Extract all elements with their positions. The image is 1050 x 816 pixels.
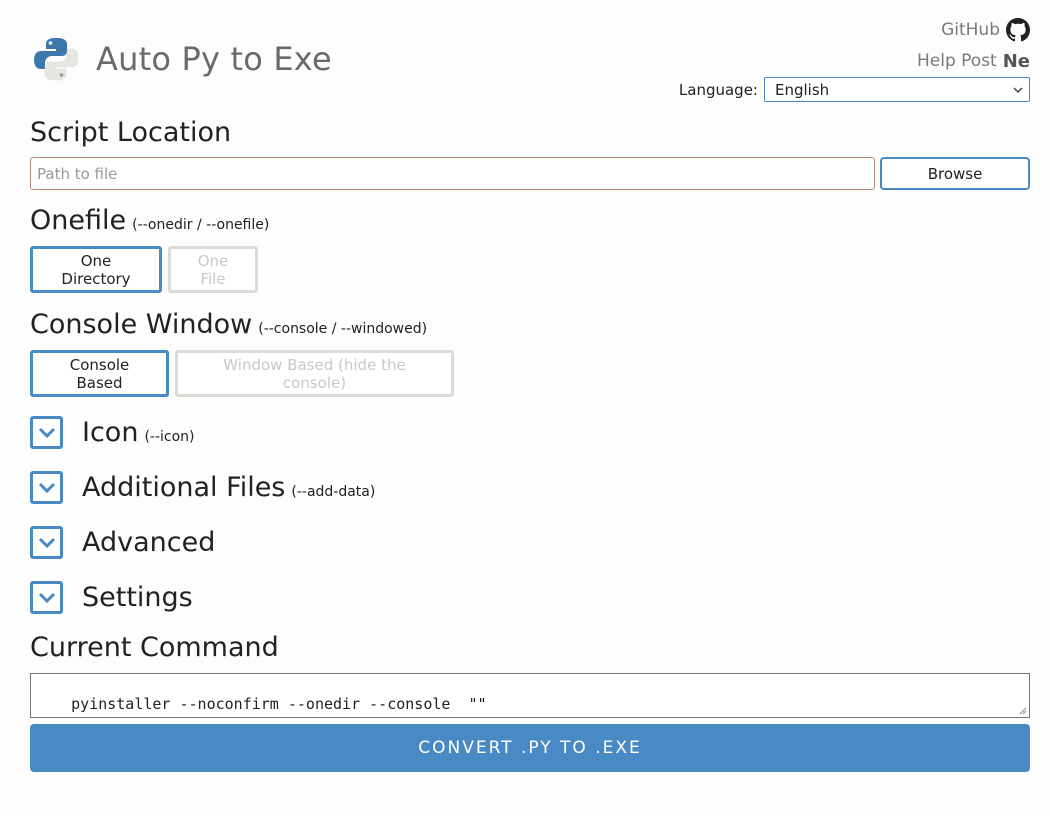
language-row: Language: English [679, 77, 1030, 102]
additional-files-section-toggle[interactable]: Additional Files (--add-data) [30, 471, 375, 504]
expand-toggle[interactable] [30, 581, 63, 614]
current-command-text: pyinstaller --noconfirm --onedir --conso… [71, 695, 487, 713]
help-post-label: Help Post [916, 51, 997, 71]
console-window-section-title: Console Window (--console / --windowed) [30, 309, 427, 340]
app-page: Auto Py to Exe GitHub Help Post Ne Langu… [30, 0, 1030, 816]
additional-files-section-title: Additional Files [82, 472, 286, 503]
icon-section-flag: (--icon) [144, 428, 195, 445]
expand-toggle[interactable] [30, 471, 63, 504]
console-based-button[interactable]: Console Based [30, 350, 169, 397]
convert-button[interactable]: CONVERT .PY TO .EXE [30, 724, 1030, 772]
advanced-section-toggle[interactable]: Advanced [30, 526, 215, 559]
current-command-textarea[interactable]: pyinstaller --noconfirm --onedir --conso… [30, 673, 1030, 718]
onefile-section-title: Onefile (--onedir / --onefile) [30, 205, 269, 236]
resize-grip-icon[interactable] [1017, 705, 1027, 715]
ne-icon: Ne [1002, 50, 1030, 72]
language-selected-value: English [775, 80, 830, 99]
expand-toggle[interactable] [30, 526, 63, 559]
header-links: GitHub Help Post Ne [917, 16, 1030, 75]
chevron-down-icon [38, 537, 55, 548]
settings-section-toggle[interactable]: Settings [30, 581, 193, 614]
icon-section-title: Icon [82, 417, 139, 448]
github-link[interactable]: GitHub [917, 16, 1030, 44]
console-window-title: Console Window [30, 309, 253, 340]
github-icon [1006, 18, 1030, 42]
console-window-flag: (--console / --windowed) [258, 321, 428, 337]
expand-toggle[interactable] [30, 416, 63, 449]
github-link-label: GitHub [941, 20, 1000, 40]
help-post-link[interactable]: Help Post Ne [917, 47, 1030, 75]
language-label: Language: [678, 80, 758, 99]
brand: Auto Py to Exe [34, 36, 332, 82]
advanced-section-title: Advanced [82, 527, 216, 558]
chevron-down-icon [38, 592, 55, 603]
language-select[interactable]: English [764, 77, 1030, 102]
chevron-down-icon [1013, 86, 1023, 93]
one-file-button[interactable]: One File [168, 246, 258, 293]
python-logo-icon [34, 38, 78, 81]
onefile-title: Onefile [30, 205, 127, 236]
current-command-title: Current Command [30, 632, 279, 663]
browse-button[interactable]: Browse [880, 157, 1030, 190]
additional-files-section-flag: (--add-data) [291, 483, 376, 500]
chevron-down-icon [38, 427, 55, 438]
icon-section-toggle[interactable]: Icon (--icon) [30, 416, 195, 449]
settings-section-title: Settings [82, 582, 193, 613]
window-based-button[interactable]: Window Based (hide the console) [175, 350, 454, 397]
onefile-flag: (--onedir / --onefile) [132, 217, 270, 233]
script-location-title: Script Location [30, 117, 232, 148]
chevron-down-icon [38, 482, 55, 493]
one-directory-button[interactable]: One Directory [30, 246, 162, 293]
app-title: Auto Py to Exe [96, 40, 332, 78]
script-path-input[interactable] [30, 157, 875, 190]
